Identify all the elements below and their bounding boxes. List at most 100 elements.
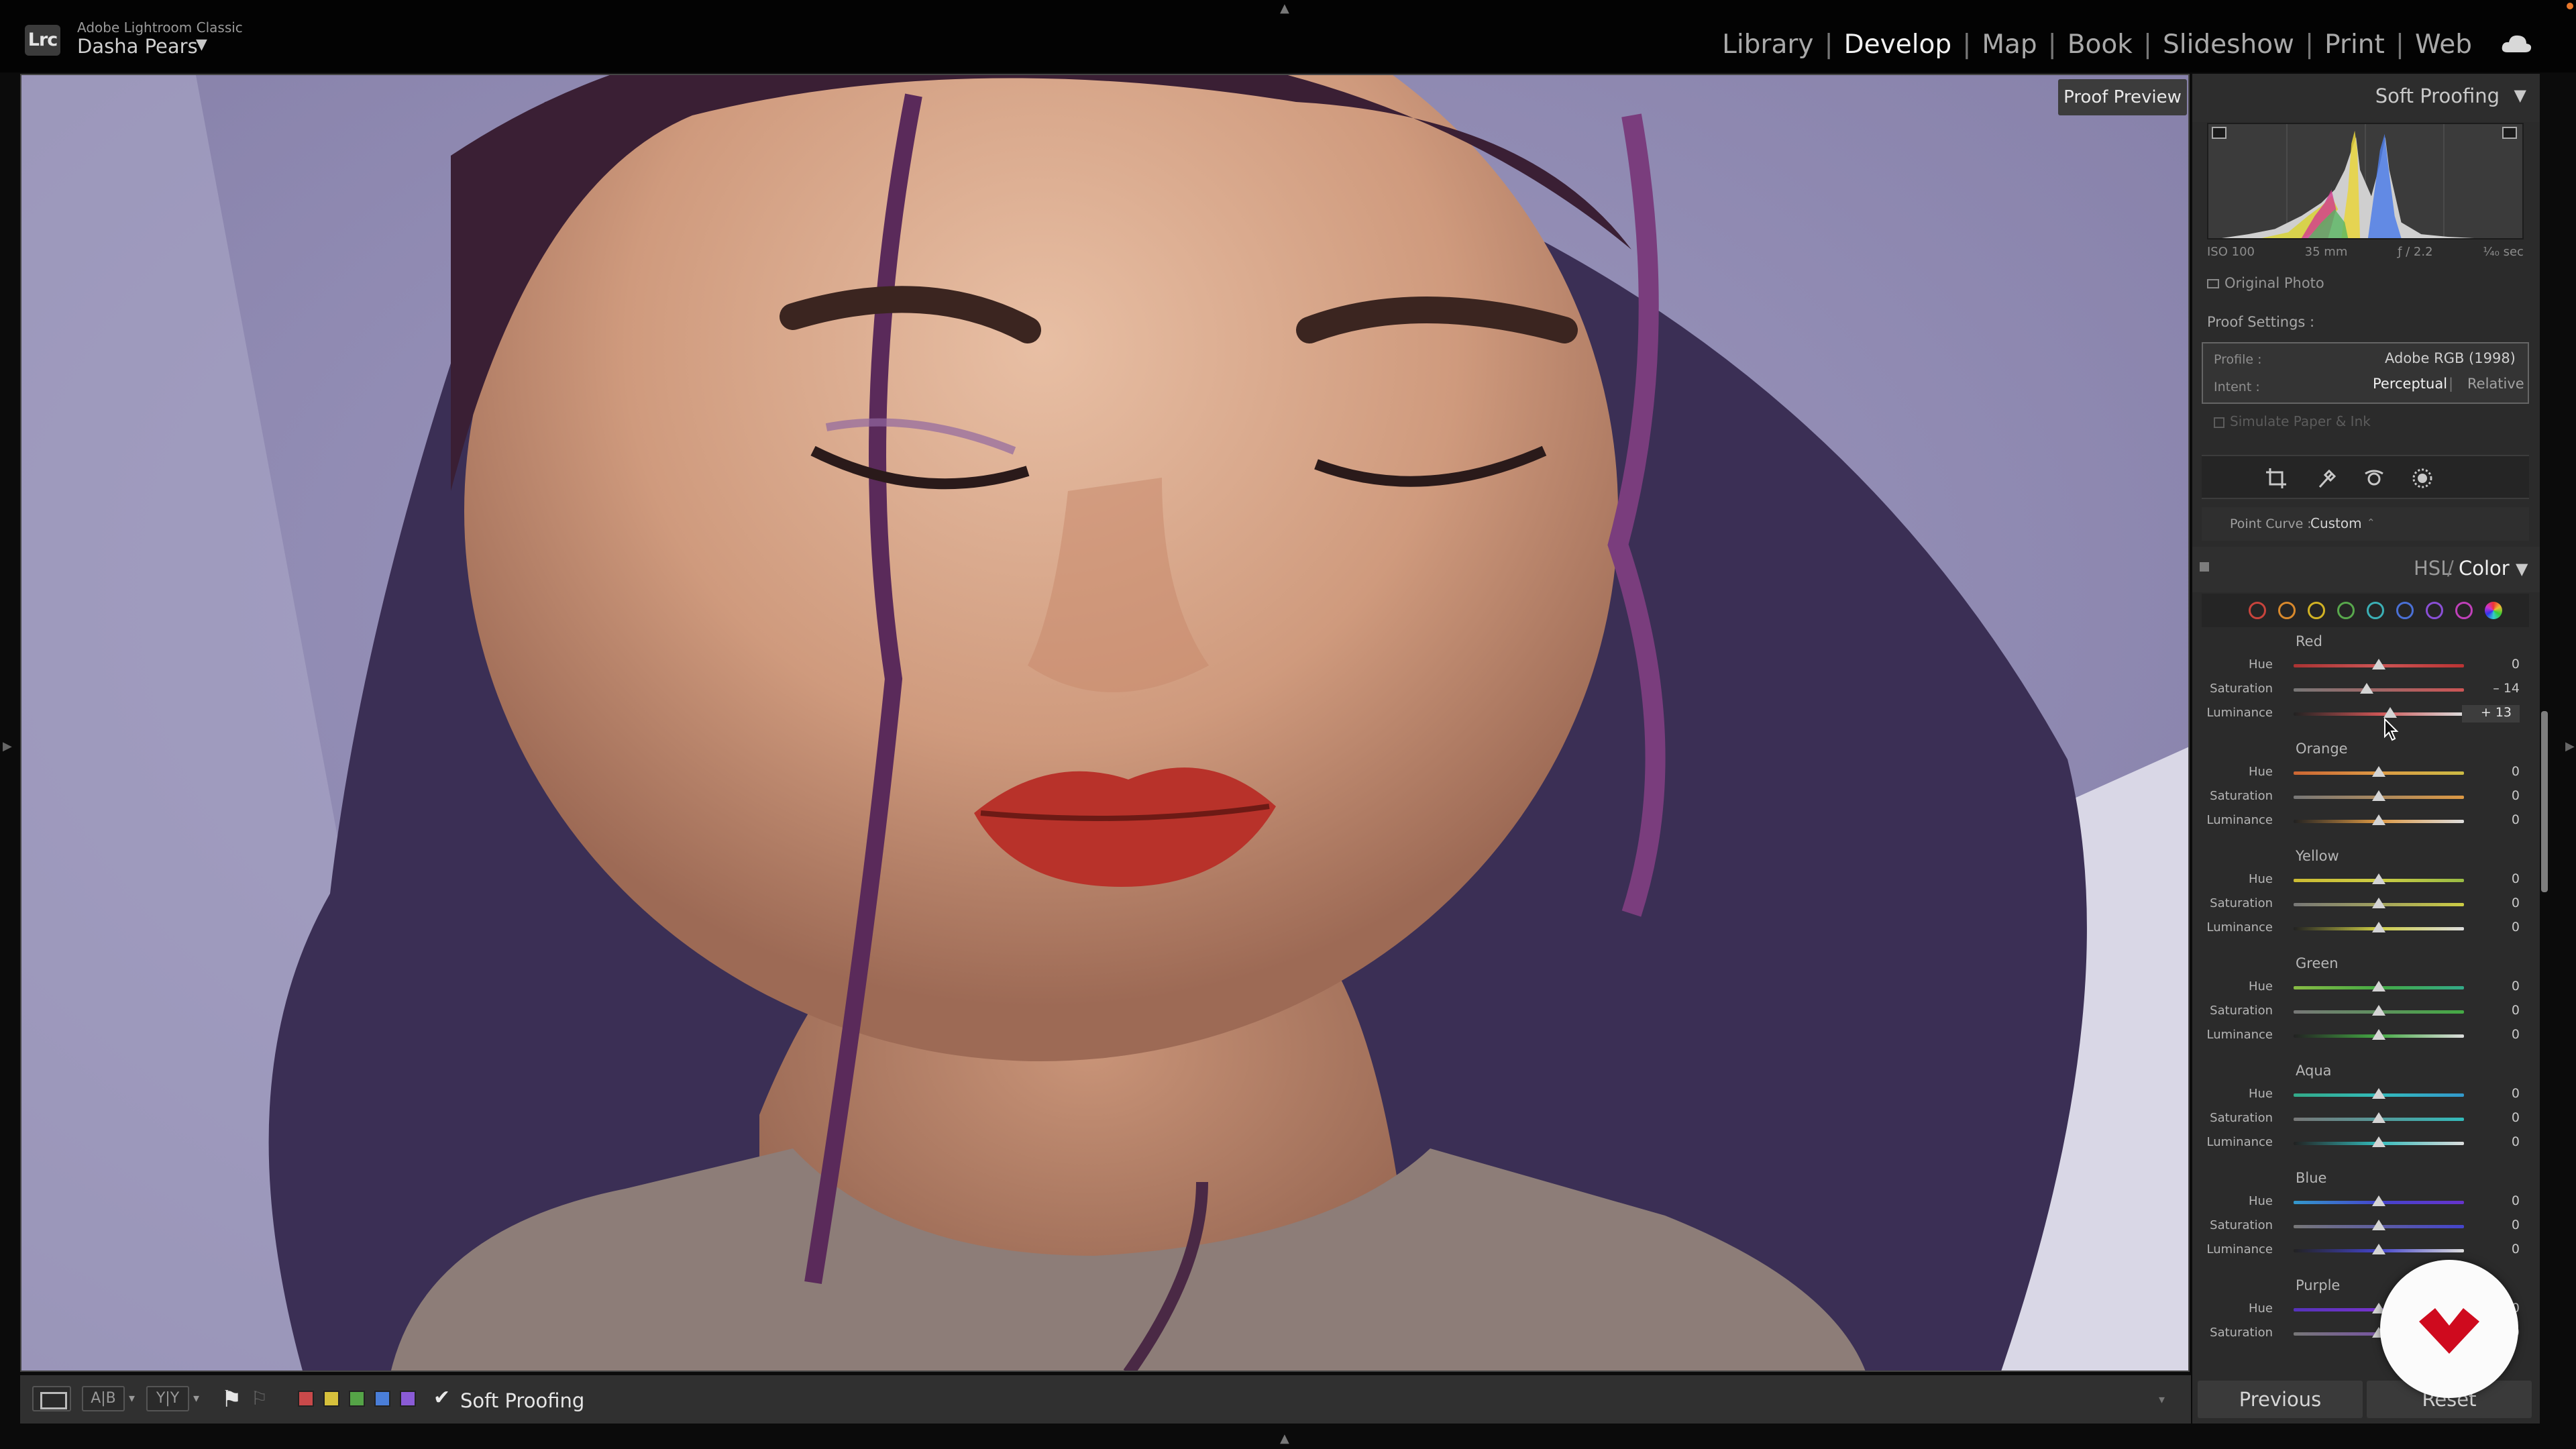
panel-collapse-triangle-icon[interactable]: ▼ xyxy=(2514,86,2526,105)
slider-track[interactable] xyxy=(2294,688,2464,692)
tab-color[interactable]: Color xyxy=(2459,557,2510,580)
panel-on-off-switch[interactable] xyxy=(2200,562,2209,572)
soft-proofing-label[interactable]: Soft Proofing xyxy=(460,1389,584,1412)
all-colors-icon[interactable] xyxy=(2485,602,2502,619)
profile-dropdown[interactable]: Adobe RGB (1998) xyxy=(2385,350,2516,366)
soft-proofing-title[interactable]: Soft Proofing xyxy=(2375,85,2500,107)
color-label-swatch[interactable] xyxy=(349,1391,365,1407)
simulate-paper-ink-label[interactable]: Simulate Paper & Ink xyxy=(2230,413,2371,429)
point-curve-dropdown[interactable]: Custom xyxy=(2310,515,2362,531)
intent-perceptual-option[interactable]: Perceptual xyxy=(2373,376,2447,392)
color-target-swatch[interactable] xyxy=(2367,602,2384,619)
cloud-sync-icon[interactable] xyxy=(2501,34,2532,54)
color-target-swatch[interactable] xyxy=(2337,602,2355,619)
color-label-swatch[interactable] xyxy=(323,1391,339,1407)
before-after-split-button[interactable]: Y|Y xyxy=(146,1386,189,1411)
slider-value-field[interactable]: 0 xyxy=(2512,1242,2520,1256)
panel-scrollbar[interactable] xyxy=(2541,711,2548,892)
color-target-swatch[interactable] xyxy=(2308,602,2325,619)
histogram[interactable] xyxy=(2207,123,2524,239)
color-label-swatch[interactable] xyxy=(374,1391,390,1407)
module-slideshow[interactable]: Slideshow xyxy=(2160,30,2297,60)
slider-thumb[interactable] xyxy=(2372,922,2385,932)
panel-collapse-triangle-icon[interactable]: ▼ xyxy=(2516,559,2528,578)
color-label-swatch[interactable] xyxy=(298,1391,314,1407)
slider-thumb[interactable] xyxy=(2372,981,2385,991)
point-curve-stepper-icon[interactable]: ⌃ xyxy=(2367,517,2375,529)
pick-flag-icon[interactable]: ⚑ xyxy=(221,1386,241,1413)
module-develop[interactable]: Develop xyxy=(1841,30,1955,60)
slider-value-field[interactable]: 0 xyxy=(2512,1193,2520,1208)
slider-thumb[interactable] xyxy=(2372,1005,2385,1016)
slider-value-field[interactable]: 0 xyxy=(2512,1003,2520,1018)
slider-value-field[interactable]: 0 xyxy=(2512,920,2520,934)
identity-plate-name[interactable]: Dasha Pears xyxy=(77,35,198,58)
before-after-dropdown-icon[interactable]: ▾ xyxy=(129,1391,135,1405)
toolbar-content-dropdown-icon[interactable]: ▾ xyxy=(2159,1393,2165,1407)
expand-left-panel-icon[interactable]: ▶ xyxy=(3,739,12,753)
soft-proofing-checkbox[interactable]: ✔ xyxy=(433,1386,450,1409)
slider-value-field[interactable]: 0 xyxy=(2512,871,2520,886)
slider-thumb[interactable] xyxy=(2372,1112,2385,1123)
slider-thumb[interactable] xyxy=(2372,1029,2385,1040)
slider-thumb[interactable] xyxy=(2360,683,2374,694)
slider-value-field[interactable]: 0 xyxy=(2512,1110,2520,1125)
red-eye-icon[interactable] xyxy=(2361,467,2387,490)
color-target-swatch[interactable] xyxy=(2455,602,2473,619)
slider-thumb[interactable] xyxy=(2372,1088,2385,1099)
collapse-top-panel-icon[interactable]: ▲ xyxy=(1280,1,1289,15)
slider-value-field[interactable]: 0 xyxy=(2512,979,2520,994)
module-print[interactable]: Print xyxy=(2322,30,2387,60)
color-label-swatch[interactable] xyxy=(400,1391,416,1407)
intent-relative-option[interactable]: Relative xyxy=(2467,376,2524,392)
spot-removal-icon[interactable] xyxy=(2313,467,2339,490)
color-target-swatch[interactable] xyxy=(2278,602,2296,619)
tab-hsl[interactable]: HSL xyxy=(2414,557,2451,580)
collapse-right-panel-icon[interactable]: ▶ xyxy=(2565,739,2575,753)
slider-thumb[interactable] xyxy=(2372,1220,2385,1230)
slider-value-field[interactable]: 0 xyxy=(2512,657,2520,672)
slider-thumb[interactable] xyxy=(2372,790,2385,801)
slider-thumb[interactable] xyxy=(2372,766,2385,777)
slider-value-field[interactable]: – 14 xyxy=(2493,681,2520,696)
slider-thumb[interactable] xyxy=(2372,1244,2385,1254)
checkbox-icon[interactable] xyxy=(2207,279,2219,288)
split-dropdown-icon[interactable]: ▾ xyxy=(193,1391,199,1405)
slider-thumb[interactable] xyxy=(2383,707,2397,718)
original-photo-label[interactable]: Original Photo xyxy=(2224,275,2324,291)
module-web[interactable]: Web xyxy=(2412,30,2475,60)
reject-flag-icon[interactable]: ⚐ xyxy=(251,1387,268,1409)
original-photo-checkbox[interactable]: Original Photo xyxy=(2207,275,2324,291)
slider-value-field[interactable]: 0 xyxy=(2512,896,2520,910)
crop-icon[interactable] xyxy=(2265,467,2290,490)
identity-dropdown-arrow-icon[interactable]: ▼ xyxy=(196,36,207,53)
slider-thumb[interactable] xyxy=(2372,1195,2385,1206)
highlight-clipping-indicator-icon[interactable] xyxy=(2502,127,2517,139)
slider-track[interactable] xyxy=(2294,712,2464,716)
before-after-view-button[interactable]: A|B xyxy=(82,1386,125,1411)
module-book[interactable]: Book xyxy=(2065,30,2135,60)
slider-value-field[interactable]: 0 xyxy=(2512,812,2520,827)
color-target-swatch[interactable] xyxy=(2426,602,2443,619)
slider-value-field[interactable]: 0 xyxy=(2512,764,2520,779)
loupe-view-button[interactable] xyxy=(32,1386,71,1411)
shadow-clipping-indicator-icon[interactable] xyxy=(2212,127,2226,139)
color-target-swatch[interactable] xyxy=(2396,602,2414,619)
slider-value-field[interactable]: + 13 xyxy=(2462,705,2520,722)
slider-thumb[interactable] xyxy=(2372,898,2385,908)
slider-value-field[interactable]: 0 xyxy=(2512,788,2520,803)
color-target-swatch[interactable] xyxy=(2249,602,2266,619)
slider-value-field[interactable]: 0 xyxy=(2512,1086,2520,1101)
simulate-paper-ink-checkbox[interactable]: Simulate Paper & Ink xyxy=(2214,413,2371,429)
module-library[interactable]: Library xyxy=(1719,30,1816,60)
slider-value-field[interactable]: 0 xyxy=(2512,1134,2520,1149)
soft-proofing-header[interactable]: Soft Proofing ▼ xyxy=(2192,74,2540,122)
slider-thumb[interactable] xyxy=(2372,659,2385,669)
slider-value-field[interactable]: 0 xyxy=(2512,1027,2520,1042)
expand-filmstrip-icon[interactable]: ▲ xyxy=(1280,1432,1289,1446)
masking-icon[interactable] xyxy=(2410,467,2435,490)
slider-thumb[interactable] xyxy=(2372,1136,2385,1147)
slider-thumb[interactable] xyxy=(2372,814,2385,825)
previous-button[interactable]: Previous xyxy=(2198,1381,2363,1418)
slider-thumb[interactable] xyxy=(2372,873,2385,884)
